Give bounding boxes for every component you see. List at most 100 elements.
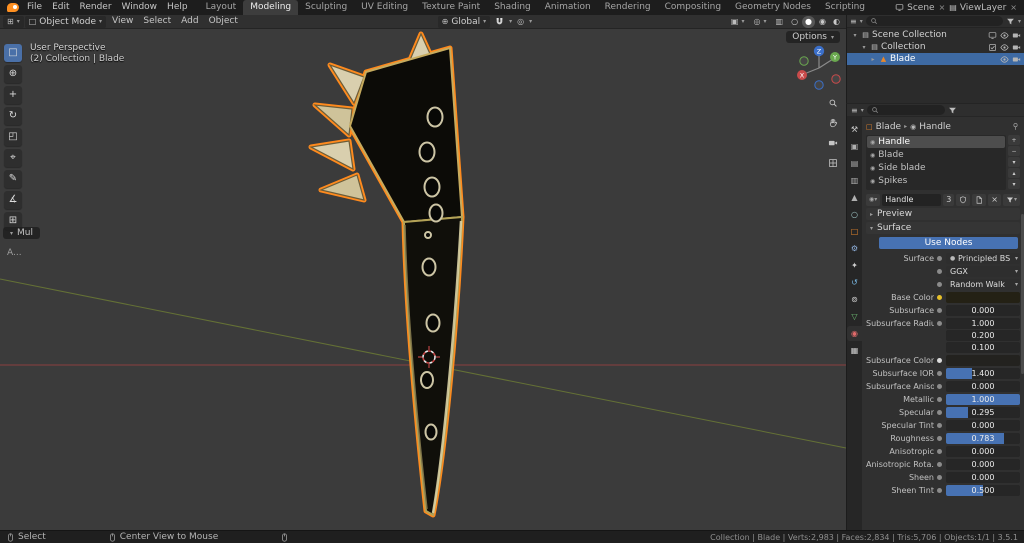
move-tool[interactable]: + — [4, 86, 22, 104]
viewlayer-selector[interactable]: ViewLayer — [960, 3, 1006, 13]
decorator-icon[interactable] — [937, 269, 942, 274]
proportional-options-chevron[interactable]: ▾ — [529, 18, 532, 25]
navigation-gizmo[interactable]: Z X Y — [792, 41, 846, 95]
properties-search-input[interactable] — [866, 105, 945, 115]
snap-options-chevron[interactable]: ▾ — [509, 18, 512, 25]
number-field[interactable]: 0.200 — [946, 330, 1020, 341]
outliner-row-collection[interactable]: ▾ ▤ Collection — [847, 41, 1024, 53]
properties-tab-material[interactable]: ◉ — [847, 326, 862, 341]
anisotropic-control[interactable]: 0.000 — [946, 446, 1020, 457]
decorator-icon[interactable] — [937, 308, 942, 313]
decorator-icon[interactable] — [937, 449, 942, 454]
move-slot-down-button[interactable]: ▾ — [1008, 179, 1020, 189]
workspace-tab-animation[interactable]: Animation — [538, 0, 598, 15]
properties-tab-object[interactable]: □ — [847, 224, 862, 239]
material-filter-icon[interactable]: ▾ — [1002, 193, 1020, 206]
operator-panel[interactable]: ▾ Mul — [3, 227, 40, 239]
anisotropic-rota-control[interactable]: 0.000 — [946, 459, 1020, 470]
properties-tab-texture[interactable]: ▦ — [847, 343, 862, 358]
properties-tab-output[interactable]: ▤ — [847, 156, 862, 171]
workspace-tab-shading[interactable]: Shading — [487, 0, 538, 15]
decorator-icon[interactable] — [937, 256, 942, 261]
workspace-tab-compositing[interactable]: Compositing — [658, 0, 728, 15]
properties-editor-icon[interactable]: ≡ — [851, 106, 858, 115]
proportional-editing-toggle[interactable]: ◎ — [513, 16, 528, 28]
mode-selector[interactable]: □ Object Mode ▾ — [24, 15, 106, 28]
subsurface-color-control[interactable] — [946, 355, 1020, 366]
workspace-tab-scripting[interactable]: Scripting — [818, 0, 872, 15]
move-slot-up-button[interactable]: ▴ — [1008, 168, 1020, 178]
blender-logo-icon[interactable] — [7, 3, 19, 12]
decorator-icon[interactable] — [937, 321, 942, 326]
measure-tool[interactable]: ∡ — [4, 191, 22, 209]
menu-window[interactable]: Window — [117, 2, 163, 12]
slot-specials-button[interactable]: ▾ — [1008, 157, 1020, 167]
properties-tab-world[interactable]: ○ — [847, 207, 862, 222]
eye-icon[interactable] — [1000, 43, 1009, 52]
filter-chevron[interactable]: ▾ — [1018, 18, 1021, 25]
scene-unlink-icon[interactable]: × — [938, 3, 947, 12]
use-nodes-button[interactable]: Use Nodes — [879, 237, 1018, 249]
properties-tab-tool[interactable]: ⚒ — [847, 122, 862, 137]
remove-slot-button[interactable]: − — [1008, 146, 1020, 156]
viewport-3d[interactable]: User Perspective (2) Collection | Blade … — [0, 29, 846, 530]
menu-edit[interactable]: Edit — [47, 2, 74, 12]
perspective-toggle-icon[interactable] — [825, 155, 840, 170]
material-browse-button[interactable]: ◉ ▾ — [866, 193, 881, 206]
zoom-icon[interactable] — [825, 95, 840, 110]
subsurface-ior-control[interactable]: 1.400 — [946, 368, 1020, 379]
subsurface-control[interactable]: 0.000 — [946, 305, 1020, 316]
shading-material-button[interactable]: ◉ — [816, 16, 829, 28]
decorator-icon[interactable] — [937, 436, 942, 441]
pan-hand-icon[interactable] — [825, 115, 840, 130]
menu-help[interactable]: Help — [162, 2, 193, 12]
decorator-icon[interactable] — [937, 488, 942, 493]
workspace-tab-layout[interactable]: Layout — [199, 0, 244, 15]
workspace-tab-sculpting[interactable]: Sculpting — [298, 0, 354, 15]
checkbox-icon[interactable] — [988, 43, 997, 52]
specular-control[interactable]: 0.295 — [946, 407, 1020, 418]
workspace-tab-geometry-nodes[interactable]: Geometry Nodes — [728, 0, 818, 15]
new-material-icon[interactable] — [972, 193, 987, 206]
workspace-tab-rendering[interactable]: Rendering — [598, 0, 658, 15]
monitor-icon[interactable] — [988, 31, 997, 40]
camera-icon[interactable] — [1012, 43, 1021, 52]
decorator-icon[interactable] — [937, 410, 942, 415]
add-slot-button[interactable]: + — [1008, 135, 1020, 145]
number-field[interactable]: 1.000 — [946, 318, 1020, 329]
roughness-control[interactable]: 0.783 — [946, 433, 1020, 444]
decorator-icon[interactable] — [937, 282, 942, 287]
editor-type-selector[interactable]: ⊞ ▾ — [3, 15, 24, 28]
decorator-icon[interactable] — [937, 358, 942, 363]
shading-solid-button[interactable]: ● — [802, 15, 816, 28]
material-slot-spikes[interactable]: ◉ Spikes — [867, 175, 1005, 187]
rotate-tool[interactable]: ↻ — [4, 107, 22, 125]
fake-user-shield-icon[interactable] — [956, 193, 971, 206]
viewlayer-unlink-icon[interactable]: × — [1009, 3, 1018, 12]
pin-icon[interactable] — [1011, 122, 1020, 131]
shading-rendered-button[interactable]: ◐ — [830, 16, 843, 28]
decorator-icon[interactable] — [937, 371, 942, 376]
outliner-row-scene-collection[interactable]: ▾ ▤ Scene Collection — [847, 29, 1024, 41]
unlink-material-icon[interactable]: × — [988, 193, 1001, 206]
shading-wireframe-button[interactable]: ○ — [788, 16, 801, 28]
decorator-icon[interactable] — [937, 384, 942, 389]
annotate-tool[interactable]: ✎ — [4, 170, 22, 188]
axis-y-negative-handle[interactable] — [799, 56, 809, 66]
surface-control[interactable]: ●Principled BSDF ▾ — [946, 253, 1020, 264]
properties-tab-data[interactable]: ▽ — [847, 309, 862, 324]
material-slot-side-blade[interactable]: ◉ Side blade — [867, 162, 1005, 174]
material-users-button[interactable]: 3 — [943, 193, 955, 206]
viewport-menu-view[interactable]: View — [107, 16, 138, 26]
scene-selector[interactable]: Scene — [907, 3, 934, 13]
properties-tab-scene[interactable]: ▲ — [847, 190, 862, 205]
breadcrumb-material[interactable]: Handle — [919, 122, 951, 132]
decorator-icon[interactable] — [937, 423, 942, 428]
select-box-tool[interactable]: □ — [4, 44, 22, 62]
menu-file[interactable]: File — [22, 2, 47, 12]
outliner-search-input[interactable] — [865, 16, 1003, 26]
properties-tab-particles[interactable]: ✦ — [847, 258, 862, 273]
workspace-tab-uv-editing[interactable]: UV Editing — [354, 0, 415, 15]
properties-tab-render[interactable]: ▣ — [847, 139, 862, 154]
surface-panel-header[interactable]: ▾ Surface — [866, 222, 1020, 234]
